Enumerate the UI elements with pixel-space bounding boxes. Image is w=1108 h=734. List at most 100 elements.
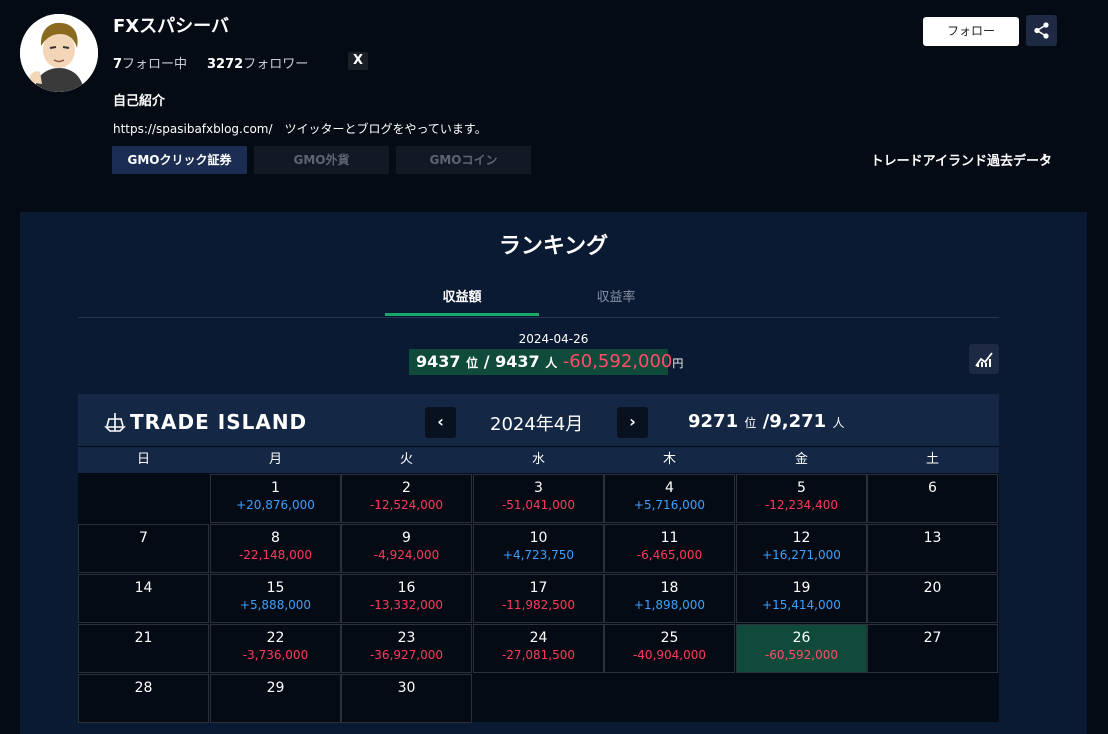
tab-gmo-gaika[interactable]: GMO外貨 <box>254 146 389 174</box>
day-profit-loss: +5,888,000 <box>239 598 312 612</box>
day-number: 1 <box>271 480 280 496</box>
day-profit-loss: +20,876,000 <box>236 498 315 512</box>
day-profit-loss: -12,234,400 <box>764 498 839 512</box>
followers-stat[interactable]: 3272フォロワー <box>207 53 308 72</box>
month-label: 2024年4月 <box>490 414 584 435</box>
day-number: 15 <box>266 580 285 596</box>
calendar-day-cell[interactable]: 24 -27,081,500 <box>473 624 604 673</box>
day-number: 18 <box>660 580 679 596</box>
chart-icon <box>975 352 993 367</box>
calendar-day-cell[interactable]: 2 -12,524,000 <box>341 474 472 523</box>
next-month-button[interactable]: › <box>617 407 648 438</box>
month-rank: 9271 位 /9,271 人 <box>688 411 845 432</box>
calendar-day-cell[interactable]: 9 -4,924,000 <box>341 524 472 573</box>
calendar-day-cell[interactable]: 8 -22,148,000 <box>210 524 341 573</box>
x-icon[interactable]: X <box>348 52 368 70</box>
calendar-day-cell[interactable]: 25 -40,904,000 <box>604 624 735 673</box>
weekday-row: 日月火水木金土 <box>78 447 999 473</box>
calendar-day-cell[interactable]: 29 <box>210 674 341 723</box>
day-number: 17 <box>529 580 548 596</box>
profile-header: FXスパシーバ 7フォロー中 3272フォロワー X 自己紹介 https://… <box>0 0 1108 212</box>
trade-island-logo-text: TRADE ISLAND <box>130 410 308 434</box>
follow-button[interactable]: フォロー <box>923 17 1019 46</box>
calendar-day-cell[interactable]: 14 <box>78 574 209 623</box>
day-number: 25 <box>660 630 679 646</box>
day-number: 5 <box>797 480 806 496</box>
following-count: 7 <box>113 57 123 72</box>
month-rank-value: 9271 <box>688 411 739 432</box>
weekday-label: 金 <box>794 452 808 467</box>
calendar-day-cell[interactable]: 26 -60,592,000 <box>736 624 867 673</box>
day-profit-loss: +1,898,000 <box>633 598 706 612</box>
calendar-day-cell[interactable]: 21 <box>78 624 209 673</box>
day-profit-loss: -3,736,000 <box>242 648 309 662</box>
rank-value: 9437 <box>416 352 461 371</box>
share-button[interactable] <box>1026 15 1057 46</box>
day-number: 11 <box>660 530 679 546</box>
past-data-link[interactable]: トレードアイランド過去データ <box>871 150 1052 169</box>
calendar-day-cell[interactable]: 11 -6,465,000 <box>604 524 735 573</box>
calendar-day-cell[interactable]: 5 -12,234,400 <box>736 474 867 523</box>
month-total-value: /9,271 <box>762 411 827 432</box>
chevron-right-icon: › <box>1042 149 1048 165</box>
day-profit-loss: -60,592,000 <box>764 648 839 662</box>
calendar: TRADE ISLAND ‹ 2024年4月 › 9271 位 /9,271 人… <box>78 394 999 723</box>
calendar-day-cell[interactable]: 30 <box>341 674 472 723</box>
total-unit: 人 <box>545 356 558 370</box>
weekday-label: 月 <box>268 452 282 467</box>
day-profit-loss: -6,465,000 <box>636 548 703 562</box>
calendar-header: TRADE ISLAND ‹ 2024年4月 › 9271 位 /9,271 人 <box>78 394 999 446</box>
day-number: 29 <box>266 680 285 696</box>
day-profit-loss: -4,924,000 <box>373 548 440 562</box>
calendar-day-cell[interactable]: 28 <box>78 674 209 723</box>
prev-month-button[interactable]: ‹ <box>425 407 456 438</box>
username: FXスパシーバ <box>113 16 229 37</box>
calendar-day-cell[interactable]: 4 +5,716,000 <box>604 474 735 523</box>
day-profit-loss: -40,904,000 <box>632 648 707 662</box>
following-label: フォロー中 <box>122 57 188 72</box>
chart-button[interactable] <box>969 344 999 374</box>
ranking-title: ランキング <box>498 234 609 259</box>
calendar-day-cell[interactable]: 18 +1,898,000 <box>604 574 735 623</box>
day-number: 8 <box>271 530 280 546</box>
calendar-day-cell[interactable]: 15 +5,888,000 <box>210 574 341 623</box>
day-number: 16 <box>397 580 416 596</box>
followers-count: 3272 <box>207 57 244 72</box>
day-number: 6 <box>928 480 937 496</box>
calendar-day-cell[interactable]: 7 <box>78 524 209 573</box>
chevron-left-icon: ‹ <box>437 412 444 431</box>
calendar-day-cell[interactable]: 19 +15,414,000 <box>736 574 867 623</box>
day-number: 10 <box>529 530 548 546</box>
chevron-right-icon: › <box>629 412 636 431</box>
avatar-illustration <box>20 14 98 92</box>
day-number: 23 <box>397 630 416 646</box>
calendar-day-cell[interactable]: 17 -11,982,500 <box>473 574 604 623</box>
day-number: 21 <box>134 630 153 646</box>
rank-summary: 9437 位 / 9437 人 -60,592,000円 <box>409 349 683 375</box>
calendar-day-cell[interactable]: 16 -13,332,000 <box>341 574 472 623</box>
calendar-day-cell[interactable]: 20 <box>867 574 998 623</box>
day-number: 28 <box>134 680 153 696</box>
tab-gmo-click[interactable]: GMOクリック証券 <box>112 146 247 174</box>
calendar-day-cell[interactable]: 22 -3,736,000 <box>210 624 341 673</box>
calendar-day-cell[interactable]: 6 <box>867 474 998 523</box>
calendar-day-cell[interactable]: 1 +20,876,000 <box>210 474 341 523</box>
calendar-day-cell[interactable]: 23 -36,927,000 <box>341 624 472 673</box>
active-tab-indicator <box>385 313 539 316</box>
calendar-day-cell[interactable]: 13 <box>867 524 998 573</box>
calendar-day-cell[interactable]: 12 +16,271,000 <box>736 524 867 573</box>
day-profit-loss: -11,982,500 <box>501 598 576 612</box>
calendar-day-cell[interactable]: 27 <box>867 624 998 673</box>
tab-profit-rate[interactable]: 収益率 <box>539 286 693 305</box>
following-stat[interactable]: 7フォロー中 <box>113 53 187 72</box>
total-value: 9437 <box>495 352 540 371</box>
day-number: 26 <box>792 630 811 646</box>
calendar-day-cell[interactable]: 10 +4,723,750 <box>473 524 604 573</box>
day-number: 27 <box>923 630 942 646</box>
day-profit-loss: -12,524,000 <box>369 498 444 512</box>
day-number: 24 <box>529 630 548 646</box>
avatar[interactable] <box>20 14 98 92</box>
calendar-day-cell[interactable]: 3 -51,041,000 <box>473 474 604 523</box>
tab-profit-amount[interactable]: 収益額 <box>385 286 539 305</box>
tab-gmo-coin[interactable]: GMOコイン <box>396 146 531 174</box>
